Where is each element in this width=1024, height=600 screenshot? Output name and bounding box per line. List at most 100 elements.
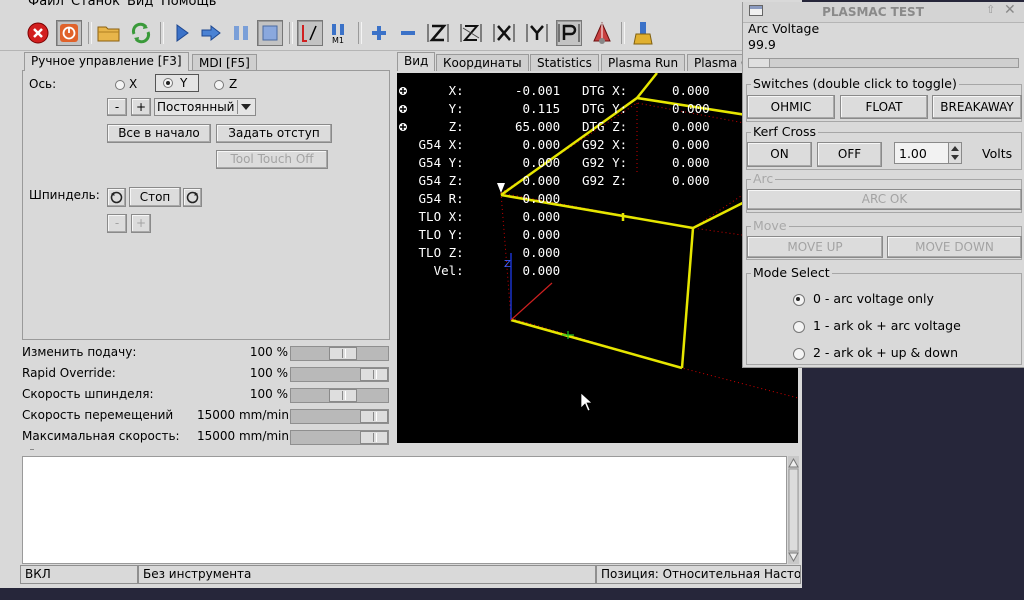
svg-text:Z: Z — [504, 259, 511, 270]
power-icon[interactable] — [56, 20, 82, 46]
zoom-out-icon[interactable] — [395, 20, 421, 46]
dro-label: G54 R: — [411, 191, 464, 206]
override-slider[interactable] — [290, 430, 389, 445]
tool-touch-off-button[interactable]: Tool Touch Off — [216, 150, 328, 169]
view-y-icon[interactable] — [524, 20, 550, 46]
touch-off-button[interactable]: Задать отступ — [216, 124, 332, 143]
kerf-on-button[interactable]: ON — [747, 142, 812, 167]
spindle-cw-button[interactable] — [183, 188, 202, 207]
arc-group: Arc ARC OK — [746, 171, 1022, 213]
mode-radio[interactable] — [793, 294, 805, 306]
menu-machine[interactable]: Станок — [71, 0, 120, 9]
override-slider-thumb[interactable] — [360, 368, 388, 381]
dro-value-secondary: 0.000 — [672, 137, 710, 152]
spin-arrows-icon[interactable] — [948, 143, 961, 163]
override-slider[interactable] — [290, 388, 389, 403]
reload-icon[interactable] — [128, 20, 154, 46]
menu-help[interactable]: Помощь — [161, 0, 216, 9]
axis-x-radio[interactable] — [115, 80, 125, 90]
preview-canvas[interactable]: Z X: -0.001 DTG X: 0.000 Y: 0.115 DTG Y: 0.00… — [397, 73, 798, 443]
override-slider-thumb[interactable] — [329, 389, 357, 402]
dro-label-secondary: G92 Y: — [582, 155, 628, 170]
tab-preview[interactable]: Вид — [397, 52, 436, 71]
jog-plus-button[interactable]: + — [131, 98, 151, 116]
axis-z-label: Z — [229, 77, 238, 91]
breakaway-button[interactable]: BREAKAWAY — [932, 95, 1022, 119]
mode-radio[interactable] — [793, 321, 805, 333]
open-file-icon[interactable] — [96, 20, 122, 46]
jog-minus-button[interactable]: - — [107, 98, 127, 116]
override-slider-thumb[interactable] — [360, 431, 388, 444]
tab-mdi[interactable]: MDI [F5] — [192, 54, 257, 71]
zoom-in-icon[interactable] — [366, 20, 392, 46]
view-p-icon[interactable] — [556, 20, 582, 46]
move-up-button[interactable]: MOVE UP — [747, 236, 883, 258]
mode-radio[interactable] — [793, 348, 805, 360]
tool-status: Без инструмента — [138, 565, 596, 584]
axis-label: Ось: — [29, 77, 57, 91]
mode-option-label: 1 - ark ok + arc voltage — [813, 318, 961, 333]
spindle-stop-button[interactable]: Стоп — [129, 187, 181, 207]
console-scrollbar[interactable] — [788, 456, 799, 564]
override-value: 100 % — [249, 387, 288, 401]
step-icon[interactable] — [198, 20, 224, 46]
optional-stop-icon[interactable]: M1 — [326, 20, 352, 46]
maximize-icon[interactable]: ⇧ — [986, 3, 995, 16]
dro-value: 65.000 — [515, 119, 561, 134]
spindle-slower-button[interactable]: - — [107, 214, 127, 233]
dro-label: X: — [411, 83, 464, 98]
override-slider-thumb[interactable] — [329, 347, 357, 360]
pause-icon[interactable] — [228, 20, 254, 46]
jog-mode-select[interactable]: Постоянный — [154, 98, 256, 116]
rotate-view-icon[interactable] — [589, 20, 615, 46]
block-delete-icon[interactable] — [297, 20, 323, 46]
axis-y-selected-frame[interactable]: Y — [155, 74, 199, 92]
kerf-volts-value: 1.00 — [899, 146, 927, 161]
stop-icon[interactable] — [257, 20, 283, 46]
dro-label-secondary: DTG Z: — [582, 119, 628, 134]
float-button[interactable]: FLOAT — [840, 95, 928, 119]
tab-manual-control[interactable]: Ручное управление [F3] — [24, 52, 189, 71]
dro-value: 0.115 — [515, 101, 561, 116]
run-icon[interactable] — [169, 20, 195, 46]
override-label: Скорость шпинделя: — [22, 387, 154, 401]
mode-select-label: Mode Select — [751, 265, 832, 280]
override-slider-thumb[interactable] — [360, 410, 388, 423]
pane-grip[interactable] — [30, 449, 34, 452]
override-slider[interactable] — [290, 367, 389, 382]
tab-statistics[interactable]: Statistics — [530, 54, 599, 71]
override-value: 100 % — [249, 366, 288, 380]
arc-ok-indicator: ARC OK — [747, 189, 1022, 210]
kerf-cross-label: Kerf Cross — [751, 124, 819, 139]
toolbar: M1 — [0, 16, 802, 51]
scrollbar-arrows-icon — [788, 457, 799, 563]
gcode-console[interactable] — [22, 456, 787, 564]
tab-plasma-run[interactable]: Plasma Run — [601, 54, 686, 71]
close-icon[interactable]: ✕ — [1004, 2, 1016, 18]
plasmac-titlebar[interactable]: PLASMAC TEST ⇧ ✕ — [743, 2, 1024, 23]
override-slider[interactable] — [290, 346, 389, 361]
ohmic-button[interactable]: OHMIC — [747, 95, 835, 119]
spindle-faster-button[interactable]: + — [131, 214, 151, 233]
plasmac-title: PLASMAC TEST — [822, 5, 924, 19]
axis-z-radio[interactable] — [214, 80, 224, 90]
axis-y-radio[interactable] — [163, 78, 173, 88]
override-slider[interactable] — [290, 409, 389, 424]
menu-view[interactable]: Вид — [127, 0, 153, 9]
spindle-ccw-button[interactable] — [107, 188, 126, 207]
kerf-off-button[interactable]: OFF — [817, 142, 882, 167]
menu-file[interactable]: Файл — [28, 0, 64, 9]
estop-icon[interactable] — [25, 20, 51, 46]
axis-x-label: X — [129, 77, 138, 91]
home-all-button[interactable]: Все в начало — [107, 124, 211, 143]
view-z2-icon[interactable] — [458, 20, 484, 46]
view-x-icon[interactable] — [491, 20, 517, 46]
move-down-button[interactable]: MOVE DOWN — [887, 236, 1022, 258]
clear-plot-icon[interactable] — [630, 20, 656, 46]
tab-dro[interactable]: Координаты — [436, 54, 529, 71]
chevron-down-icon[interactable] — [237, 100, 254, 114]
arc-voltage-thumb[interactable] — [749, 59, 770, 67]
view-z-icon[interactable] — [425, 20, 451, 46]
kerf-volts-spinbox[interactable]: 1.00 — [894, 142, 962, 164]
axis-y-label: Y — [180, 76, 188, 90]
